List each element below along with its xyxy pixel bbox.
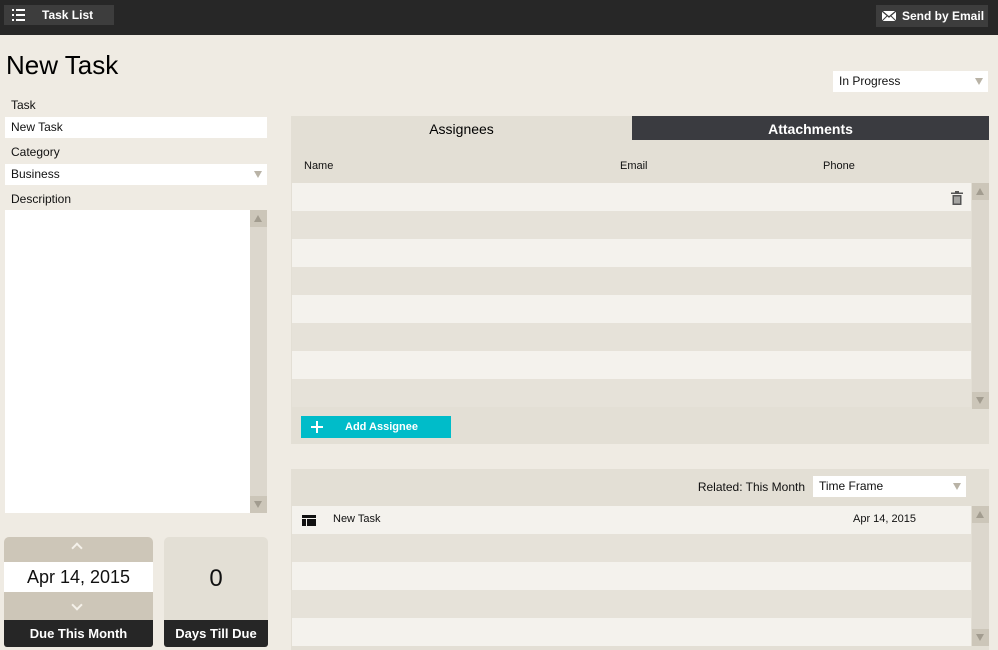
status-value: In Progress (839, 74, 901, 88)
chevron-up-icon[interactable] (71, 542, 83, 554)
list-icon (12, 9, 26, 21)
table-row[interactable] (292, 379, 971, 407)
days-till-due-value: 0 (209, 565, 223, 592)
related-list: New Task Apr 14, 2015 (292, 506, 971, 650)
page-title: New Task (6, 50, 119, 80)
due-this-month-label: Due This Month (4, 620, 153, 647)
description-scrollbar[interactable] (250, 210, 267, 513)
scroll-up-button[interactable] (972, 183, 989, 200)
add-assignee-button[interactable]: Add Assignee (301, 416, 451, 438)
category-label: Category (11, 145, 60, 159)
tab-assignees[interactable]: Assignees (291, 116, 632, 140)
scroll-up-button[interactable] (972, 506, 989, 523)
calendar-icon (302, 515, 316, 526)
column-header-phone: Phone (823, 160, 855, 172)
category-select[interactable]: Business (5, 164, 267, 185)
description-label: Description (11, 192, 72, 206)
related-panel: Related: This Month Time Frame New Task … (291, 469, 989, 650)
task-list-button[interactable]: Task List (4, 5, 114, 25)
list-item[interactable] (292, 562, 971, 590)
plus-icon (311, 421, 323, 433)
description-textarea[interactable] (5, 210, 267, 513)
status-select[interactable]: In Progress (833, 71, 988, 92)
column-header-email: Email (620, 160, 648, 172)
add-assignee-label: Add Assignee (345, 421, 418, 433)
send-by-email-label: Send by Email (902, 9, 985, 23)
task-input[interactable]: New Task (5, 117, 267, 138)
table-row[interactable] (292, 211, 971, 239)
envelope-icon (882, 11, 896, 21)
task-label: Task (11, 98, 36, 112)
category-value: Business (11, 167, 60, 181)
scroll-down-button[interactable] (972, 392, 989, 409)
time-frame-value: Time Frame (819, 479, 884, 493)
assignees-panel: Name Email Phone Add Assignee (291, 140, 989, 444)
scroll-down-icon (976, 397, 984, 404)
table-row[interactable] (292, 295, 971, 323)
scroll-down-button[interactable] (972, 629, 989, 646)
list-item[interactable]: New Task Apr 14, 2015 (292, 506, 971, 534)
related-item-date: Apr 14, 2015 (853, 513, 916, 525)
assignees-list (292, 183, 971, 407)
table-row[interactable] (292, 183, 971, 211)
table-row[interactable] (292, 239, 971, 267)
related-item-name: New Task (333, 513, 381, 525)
scroll-down-button[interactable] (250, 496, 267, 513)
tab-attachments[interactable]: Attachments (632, 116, 989, 140)
table-row[interactable] (292, 351, 971, 379)
scroll-up-icon (976, 511, 984, 518)
trash-icon[interactable] (951, 191, 963, 205)
dropdown-arrow-icon (953, 483, 961, 490)
scroll-down-icon (254, 501, 262, 508)
list-item[interactable] (292, 618, 971, 646)
table-row[interactable] (292, 267, 971, 295)
chevron-down-icon[interactable] (71, 599, 83, 611)
scroll-down-icon (976, 634, 984, 641)
column-header-name: Name (304, 160, 334, 172)
dropdown-arrow-icon (975, 78, 983, 85)
send-by-email-button[interactable]: Send by Email (876, 5, 988, 27)
table-row[interactable] (292, 323, 971, 351)
due-date-value[interactable]: Apr 14, 2015 (4, 562, 153, 592)
days-till-due-widget: 0 Days Till Due (164, 537, 268, 647)
related-scrollbar[interactable] (972, 506, 989, 646)
top-bar: Task List Send by Email (0, 0, 998, 35)
list-item[interactable] (292, 590, 971, 618)
task-list-label: Task List (42, 8, 94, 22)
scroll-up-icon (976, 188, 984, 195)
days-till-due-label: Days Till Due (164, 620, 268, 647)
list-item[interactable] (292, 534, 971, 562)
related-label: Related: This Month (697, 480, 805, 494)
time-frame-select[interactable]: Time Frame (813, 476, 966, 497)
due-date-widget: Apr 14, 2015 Due This Month (4, 537, 153, 647)
dropdown-arrow-icon (254, 171, 262, 178)
scroll-up-icon (254, 215, 262, 222)
scroll-up-button[interactable] (250, 210, 267, 227)
assignees-scrollbar[interactable] (972, 183, 989, 409)
